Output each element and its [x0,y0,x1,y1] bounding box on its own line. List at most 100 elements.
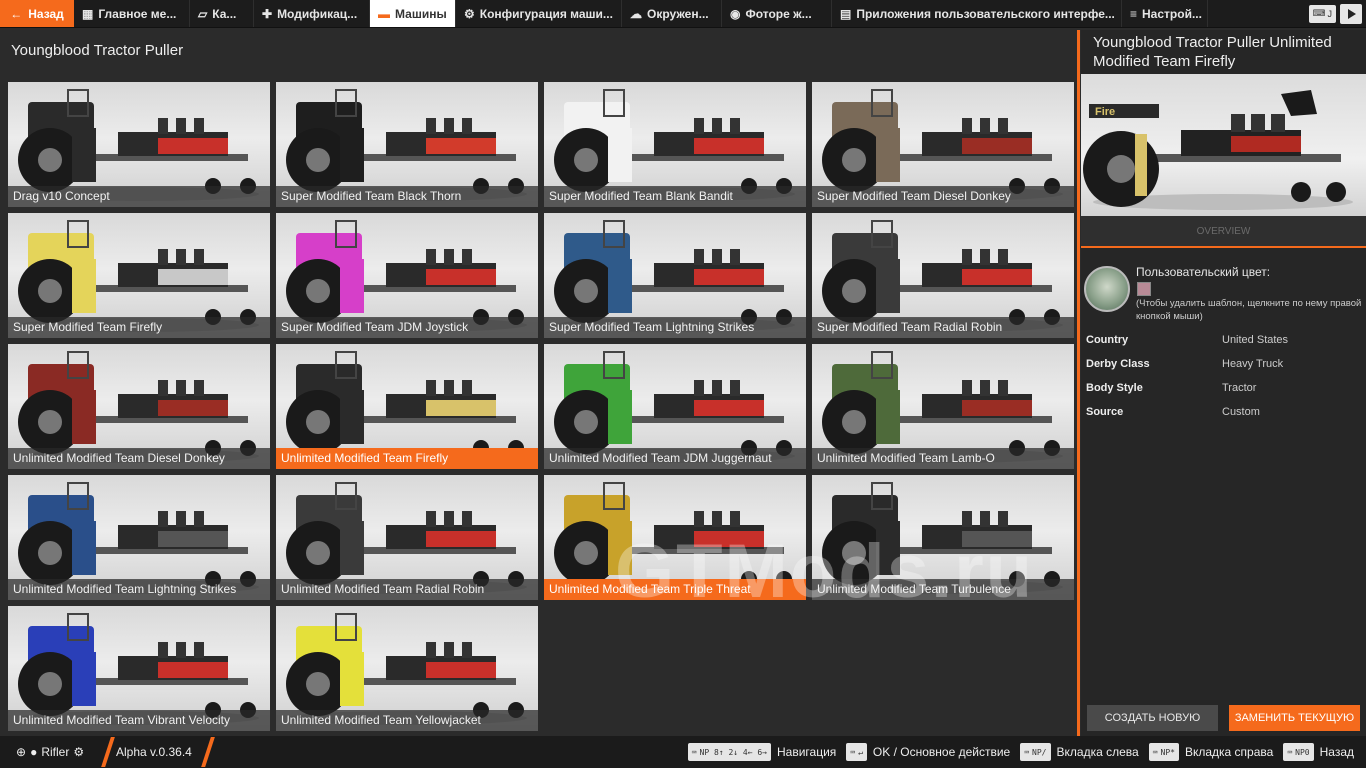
vehicle-tile[interactable]: Drag v10 Concept [8,82,270,207]
vehicle-tile[interactable]: Unlimited Modified Team JDM Juggernaut [544,344,806,469]
vehicle-tile[interactable]: Unlimited Modified Team Triple Threat [544,475,806,600]
property-row: Derby Class Heavy Truck [1086,352,1361,376]
vehicle-preview-image: Fire [1081,74,1366,216]
hint-label: Навигация [776,745,837,759]
overview-tab[interactable]: OVERVIEW [1081,216,1366,248]
play-button[interactable] [1340,3,1362,24]
vehicle-name: Unlimited Modified Team Lightning Strike… [8,579,270,600]
property-row: Source Custom [1086,400,1361,424]
vehicle-name: Super Modified Team Firefly [8,317,270,338]
property-key: Country [1086,334,1129,346]
engine-icon: ⚙ [464,6,475,21]
tab-label: Окружен... [647,6,709,21]
keyboard-icon: ⌨ [850,747,856,757]
control-hint: ⌨ NP 8↑ 2↓ 4← 6→ Навигация [687,743,837,761]
tab-3[interactable]: ▬ Машины [370,0,456,27]
user-info[interactable]: ⊕ ● Rifler ⚙ [0,745,100,759]
create-new-button[interactable]: СОЗДАТЬ НОВУЮ [1087,705,1218,731]
vehicle-name: Unlimited Modified Team Vibrant Velocity [8,710,270,731]
vehicle-tile[interactable]: Unlimited Modified Team Yellowjacket [276,606,538,731]
property-value: Tractor [1222,382,1257,394]
custom-color-hint: (Чтобы удалить шаблон, щелкните по нему … [1136,298,1362,322]
key-text: NP* [1160,747,1175,757]
control-hint: ⌨ NP/Вкладка слева [1020,743,1139,761]
weather-icon: ☁ [630,6,642,21]
tab-8[interactable]: ≡ Настрой... [1122,0,1208,27]
hint-label: Вкладка слева [1056,745,1139,759]
tab-label: Фоторе ж... [745,6,812,21]
tab-1[interactable]: ▱ Ка... [190,0,254,27]
vehicle-name: Unlimited Modified Team JDM Juggernaut [544,448,806,469]
vehicle-name: Super Modified Team Diesel Donkey [812,186,1074,207]
keyboard-shortcut-badge: ⌨ J [1308,4,1336,23]
tractor-preview-illustration: Fire [1083,90,1353,210]
window-icon: ▤ [840,6,852,21]
settings-icon: ⚙ [73,745,85,759]
vehicle-tile[interactable]: Super Modified Team Black Thorn [276,82,538,207]
tab-0[interactable]: ▦ Главное ме... [74,0,190,27]
vehicle-name: Super Modified Team Radial Robin [812,317,1074,338]
custom-color-label: Пользовательский цвет: [1136,265,1271,279]
version-label: Alpha v.0.36.4 [116,745,192,759]
vehicle-properties: Country United States Derby Class Heavy Tru… [1086,328,1361,424]
property-value: United States [1222,334,1289,346]
separator [101,737,115,767]
vehicle-name: Super Modified Team Black Thorn [276,186,538,207]
puzzle-icon: ✚ [262,6,273,21]
vehicle-tile[interactable]: Super Modified Team Lightning Strikes [544,213,806,338]
vehicle-tile[interactable]: Unlimited Modified Team Lamb-O [812,344,1074,469]
vehicle-tile[interactable]: Unlimited Modified Team Radial Robin [276,475,538,600]
tab-5[interactable]: ☁ Окружен... [622,0,722,27]
property-key: Source [1086,406,1124,418]
vehicle-name: Unlimited Modified Team Lamb-O [812,448,1074,469]
keyboard-key-badge: ⌨ NP 8↑ 2↓ 4← 6→ [687,743,771,761]
vehicle-grid: Drag v10 Concept Super Modified Team Blac… [8,82,1074,731]
tab-4[interactable]: ⚙ Конфигурация маши... [456,0,622,27]
vehicle-tile[interactable]: Super Modified Team Firefly [8,213,270,338]
custom-color-avatar[interactable] [1084,266,1130,312]
property-row: Country United States [1086,328,1361,352]
vehicle-name: Drag v10 Concept [8,186,270,207]
custom-color-swatch[interactable] [1137,282,1151,296]
vehicle-tile[interactable]: Unlimited Modified Team Lightning Strike… [8,475,270,600]
vehicle-name: Super Modified Team Blank Bandit [544,186,806,207]
vehicle-tile[interactable]: Unlimited Modified Team Firefly [276,344,538,469]
vehicle-tile[interactable]: Super Modified Team JDM Joystick [276,213,538,338]
hint-label: Вкладка справа [1184,745,1274,759]
keyboard-icon: ⌨ [1024,747,1030,757]
tab-label: Настрой... [1142,6,1202,21]
vehicle-tile[interactable]: Super Modified Team Blank Bandit [544,82,806,207]
vehicle-tile[interactable]: Super Modified Team Radial Robin [812,213,1074,338]
tab-2[interactable]: ✚ Модификац... [254,0,370,27]
arrow-left-icon: ← [10,6,23,21]
globe-icon: ⊕ [16,745,27,759]
tab-7[interactable]: ▤ Приложения пользовательского интерфе... [832,0,1122,27]
page-title: Youngblood Tractor Puller [11,42,184,59]
svg-text:Fire: Fire [1095,106,1115,118]
keyboard-icon: ⌨ [1152,747,1158,757]
key-text: NP 8↑ 2↓ 4← 6→ [699,747,767,757]
control-hint: ⌨ ↵ OK / Основное действие [846,743,1010,761]
control-hint: ⌨ NP0 Назад [1283,743,1354,761]
keyboard-icon: ⌨ [691,747,697,757]
bottom-status-bar: ⊕ ● Rifler ⚙ Alpha v.0.36.4 ⌨ NP 8↑ 2↓ 4←… [0,736,1366,768]
key-text: NP/ [1032,747,1047,757]
username: Rifler [41,745,70,759]
replace-current-button[interactable]: ЗАМЕНИТЬ ТЕКУЩУЮ [1229,705,1360,731]
keyboard-icon: ⌨ [1287,747,1293,757]
property-value: Custom [1222,406,1260,418]
property-key: Derby Class [1086,358,1150,370]
vehicle-tile[interactable]: Super Modified Team Diesel Donkey [812,82,1074,207]
top-navigation-bar: ← Назад ▦ Главное ме... ▱ Ка... ✚ Модификац..… [0,0,1366,28]
key-text: ↵ [858,747,863,757]
tab-label: Главное ме... [98,6,177,21]
keyboard-key-badge: ⌨ NP/ [1020,743,1051,761]
separator [200,737,215,767]
back-button[interactable]: ← Назад [0,0,74,27]
vehicle-tile[interactable]: Unlimited Modified Team Turbulence [812,475,1074,600]
vehicle-name: Unlimited Modified Team Turbulence [812,579,1074,600]
tab-6[interactable]: ◉ Фоторе ж... [722,0,832,27]
vehicle-name: Unlimited Modified Team Triple Threat [544,579,806,600]
vehicle-tile[interactable]: Unlimited Modified Team Diesel Donkey [8,344,270,469]
vehicle-tile[interactable]: Unlimited Modified Team Vibrant Velocity [8,606,270,731]
